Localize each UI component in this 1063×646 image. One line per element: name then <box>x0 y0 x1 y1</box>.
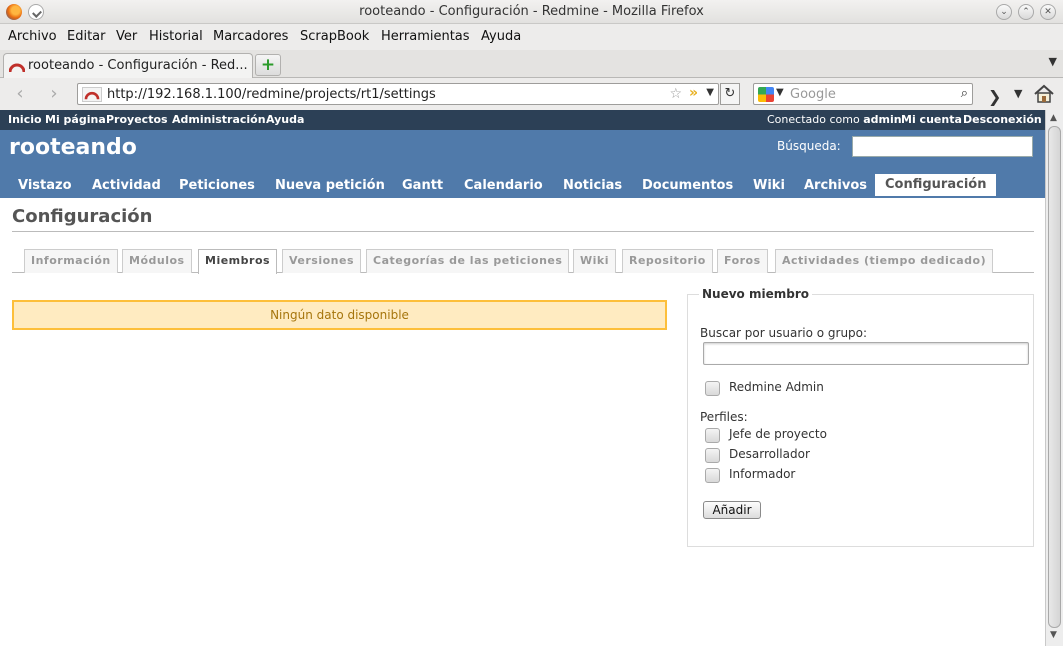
header-search-input[interactable] <box>852 136 1033 157</box>
new-tab-button[interactable]: + <box>255 54 281 76</box>
google-icon[interactable] <box>758 87 774 102</box>
menu-item-actividad[interactable]: Actividad <box>92 178 161 193</box>
search-engine-box[interactable]: ▼ Google ⌕ <box>753 83 973 105</box>
menu-item-documentos[interactable]: Documentos <box>642 178 733 193</box>
logged-as: Conectado como admin <box>767 113 902 126</box>
url-dropdown-icon[interactable]: ▼ <box>706 87 714 98</box>
engine-dropdown-icon[interactable]: ▼ <box>776 87 784 98</box>
menu-ayuda[interactable]: Ayuda <box>481 29 521 44</box>
top-link-ayuda[interactable]: Ayuda <box>266 113 304 126</box>
redmine-top-menu: Inicio Mi página Proyectos Administració… <box>0 110 1045 130</box>
window-titlebar: rooteando - Configuración - Redmine - Mo… <box>0 0 1063 24</box>
menu-item-wiki[interactable]: Wiki <box>753 178 785 193</box>
role-checkbox-informador[interactable] <box>705 468 720 483</box>
bookmark-star-icon[interactable]: ☆ <box>669 86 682 102</box>
minimize-icon[interactable]: ⌄ <box>996 4 1012 20</box>
page-title: Configuración <box>12 206 153 227</box>
user-search-input[interactable] <box>703 342 1029 365</box>
project-name: rooteando <box>9 135 137 160</box>
top-link-mi-cuenta[interactable]: Mi cuenta <box>901 113 962 126</box>
menu-item-configuracion[interactable]: Configuración <box>875 174 997 196</box>
menu-ver[interactable]: Ver <box>116 29 137 44</box>
tab-informacion[interactable]: Información <box>24 249 118 273</box>
new-member-legend: Nuevo miembro <box>699 287 812 301</box>
site-identity-icon[interactable] <box>82 87 102 102</box>
header-search-label: Búsqueda: <box>777 139 841 153</box>
window-title: rooteando - Configuración - Redmine - Mo… <box>359 4 704 19</box>
forward-icon[interactable]: › <box>40 85 68 105</box>
home-icon[interactable] <box>1033 83 1055 105</box>
principal-label[interactable]: Redmine Admin <box>729 380 824 394</box>
url-bar[interactable]: http://192.168.1.100/redmine/projects/rt… <box>77 83 719 105</box>
reload-icon[interactable]: ↻ <box>720 83 740 105</box>
menu-editar[interactable]: Editar <box>67 29 106 44</box>
role-label-desarrollador[interactable]: Desarrollador <box>729 447 810 461</box>
menu-scrapbook[interactable]: ScrapBook <box>300 29 369 44</box>
role-checkbox-desarrollador[interactable] <box>705 448 720 463</box>
tab-list-icon[interactable]: ▼ <box>1049 55 1057 68</box>
no-data-message: Ningún dato disponible <box>12 300 667 330</box>
close-icon[interactable]: ✕ <box>1040 4 1056 20</box>
browser-tab-title: rooteando - Configuración - Red... <box>28 58 248 73</box>
search-placeholder: Google <box>790 87 836 102</box>
top-link-administracion[interactable]: Administración <box>172 113 266 126</box>
add-member-button[interactable]: Añadir <box>703 501 761 519</box>
menu-historial[interactable]: Historial <box>149 29 203 44</box>
toolbar-overflow-icon[interactable]: ❯ <box>988 87 1001 106</box>
vertical-scrollbar[interactable]: ▲ ▼ <box>1045 110 1063 646</box>
role-label-jefe[interactable]: Jefe de proyecto <box>729 427 827 441</box>
principal-checkbox[interactable] <box>705 381 720 396</box>
scroll-down-icon[interactable]: ▼ <box>1050 630 1057 640</box>
logged-as-prefix: Conectado como <box>767 113 860 126</box>
role-label-informador[interactable]: Informador <box>729 467 795 481</box>
menu-item-vistazo[interactable]: Vistazo <box>18 178 72 193</box>
toolbar-dropdown-icon[interactable]: ▼ <box>1014 87 1022 100</box>
menu-item-calendario[interactable]: Calendario <box>464 178 543 193</box>
menu-item-noticias[interactable]: Noticias <box>563 178 622 193</box>
tab-categorias[interactable]: Categorías de las peticiones <box>366 249 570 273</box>
tab-foros[interactable]: Foros <box>717 249 768 273</box>
menu-archivo[interactable]: Archivo <box>8 29 57 44</box>
scroll-up-icon[interactable]: ▲ <box>1050 113 1057 123</box>
menu-item-gantt[interactable]: Gantt <box>402 178 443 193</box>
tab-versiones[interactable]: Versiones <box>282 249 362 273</box>
title-divider <box>12 231 1034 232</box>
role-checkbox-jefe[interactable] <box>705 428 720 443</box>
back-icon[interactable]: ‹ <box>6 85 34 105</box>
tab-wiki[interactable]: Wiki <box>573 249 616 273</box>
browser-tab[interactable]: rooteando - Configuración - Red... <box>3 53 253 78</box>
menu-item-peticiones[interactable]: Peticiones <box>179 178 255 193</box>
top-link-proyectos[interactable]: Proyectos <box>106 113 168 126</box>
top-link-inicio[interactable]: Inicio <box>8 113 42 126</box>
tab-modulos[interactable]: Módulos <box>122 249 192 273</box>
redmine-favicon-icon <box>9 63 25 73</box>
feed-icon[interactable]: » <box>689 85 698 101</box>
tab-repositorio[interactable]: Repositorio <box>622 249 713 273</box>
tab-strip: rooteando - Configuración - Red... + ▼ <box>0 50 1063 78</box>
scroll-thumb[interactable] <box>1048 126 1061 628</box>
top-link-desconexion[interactable]: Desconexión <box>963 113 1042 126</box>
page-content: Inicio Mi página Proyectos Administració… <box>0 110 1045 646</box>
binoculars-icon[interactable]: ⌕ <box>961 86 968 101</box>
roles-label: Perfiles: <box>700 410 748 424</box>
menu-item-archivos[interactable]: Archivos <box>804 178 867 193</box>
menubar: Archivo Editar Ver Historial Marcadores … <box>0 25 1063 50</box>
menu-herramientas[interactable]: Herramientas <box>381 29 470 44</box>
maximize-icon[interactable]: ⌃ <box>1018 4 1034 20</box>
tab-miembros[interactable]: Miembros <box>198 249 278 274</box>
navigation-bar: ‹ › http://192.168.1.100/redmine/project… <box>0 79 1063 110</box>
url-text[interactable]: http://192.168.1.100/redmine/projects/rt… <box>107 87 436 102</box>
project-header: rooteando Búsqueda: Vistazo Actividad Pe… <box>0 130 1045 198</box>
logged-user[interactable]: admin <box>863 113 901 126</box>
user-search-label: Buscar por usuario o grupo: <box>700 326 868 340</box>
menu-item-nueva-peticion[interactable]: Nueva petición <box>275 178 385 193</box>
tab-actividades[interactable]: Actividades (tiempo dedicado) <box>775 249 994 273</box>
top-link-mi-pagina[interactable]: Mi página <box>45 113 106 126</box>
menu-marcadores[interactable]: Marcadores <box>213 29 288 44</box>
